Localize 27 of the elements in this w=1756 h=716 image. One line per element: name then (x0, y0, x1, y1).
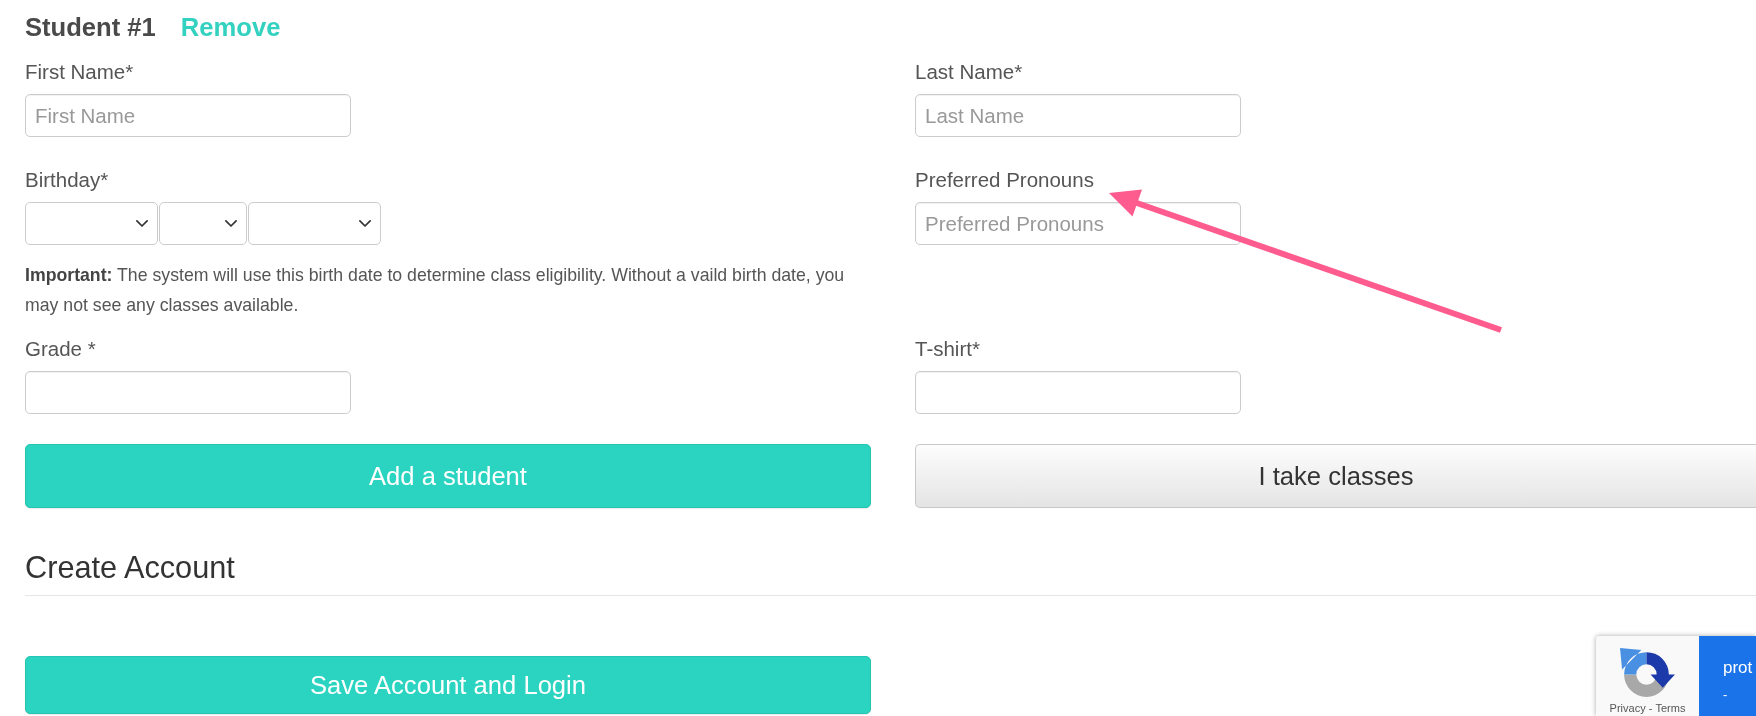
captcha-label: prot (1723, 658, 1753, 678)
terms-link[interactable]: Terms (1655, 702, 1686, 714)
eligibility-note: Important: The system will use this birth date to determine class eligibility. Without a vaild birth date, you may not see any classes available. (25, 264, 846, 317)
captcha-sublabel: - (1723, 687, 1728, 703)
text-input[interactable]: Last Name (915, 94, 1241, 137)
field-label: T-shirt* (915, 336, 980, 361)
privacy-link[interactable]: Privacy (1609, 702, 1646, 714)
student-heading: Student #1 (25, 12, 156, 43)
link-separator: - (1648, 702, 1653, 714)
date-dropdown[interactable] (248, 202, 381, 245)
chevron-down-icon (225, 220, 237, 227)
text-input[interactable]: First Name (25, 94, 351, 137)
date-dropdown[interactable] (25, 202, 158, 245)
section-heading: Create Account (25, 549, 235, 586)
chevron-down-icon (359, 220, 371, 227)
field-label: Grade * (25, 336, 96, 361)
date-dropdown[interactable] (159, 202, 247, 245)
field-label: Preferred Pronouns (915, 167, 1094, 192)
chevron-down-icon (136, 220, 148, 227)
field-label: First Name* (25, 59, 134, 84)
text-input[interactable] (25, 371, 351, 414)
field-label: Birthday* (25, 167, 109, 192)
take-classes-button[interactable]: I take classes (915, 444, 1756, 508)
text-input[interactable] (915, 371, 1241, 414)
field-label: Last Name* (915, 59, 1023, 84)
circular-arrows-icon (1619, 647, 1676, 698)
text-input[interactable]: Preferred Pronouns (915, 202, 1241, 245)
